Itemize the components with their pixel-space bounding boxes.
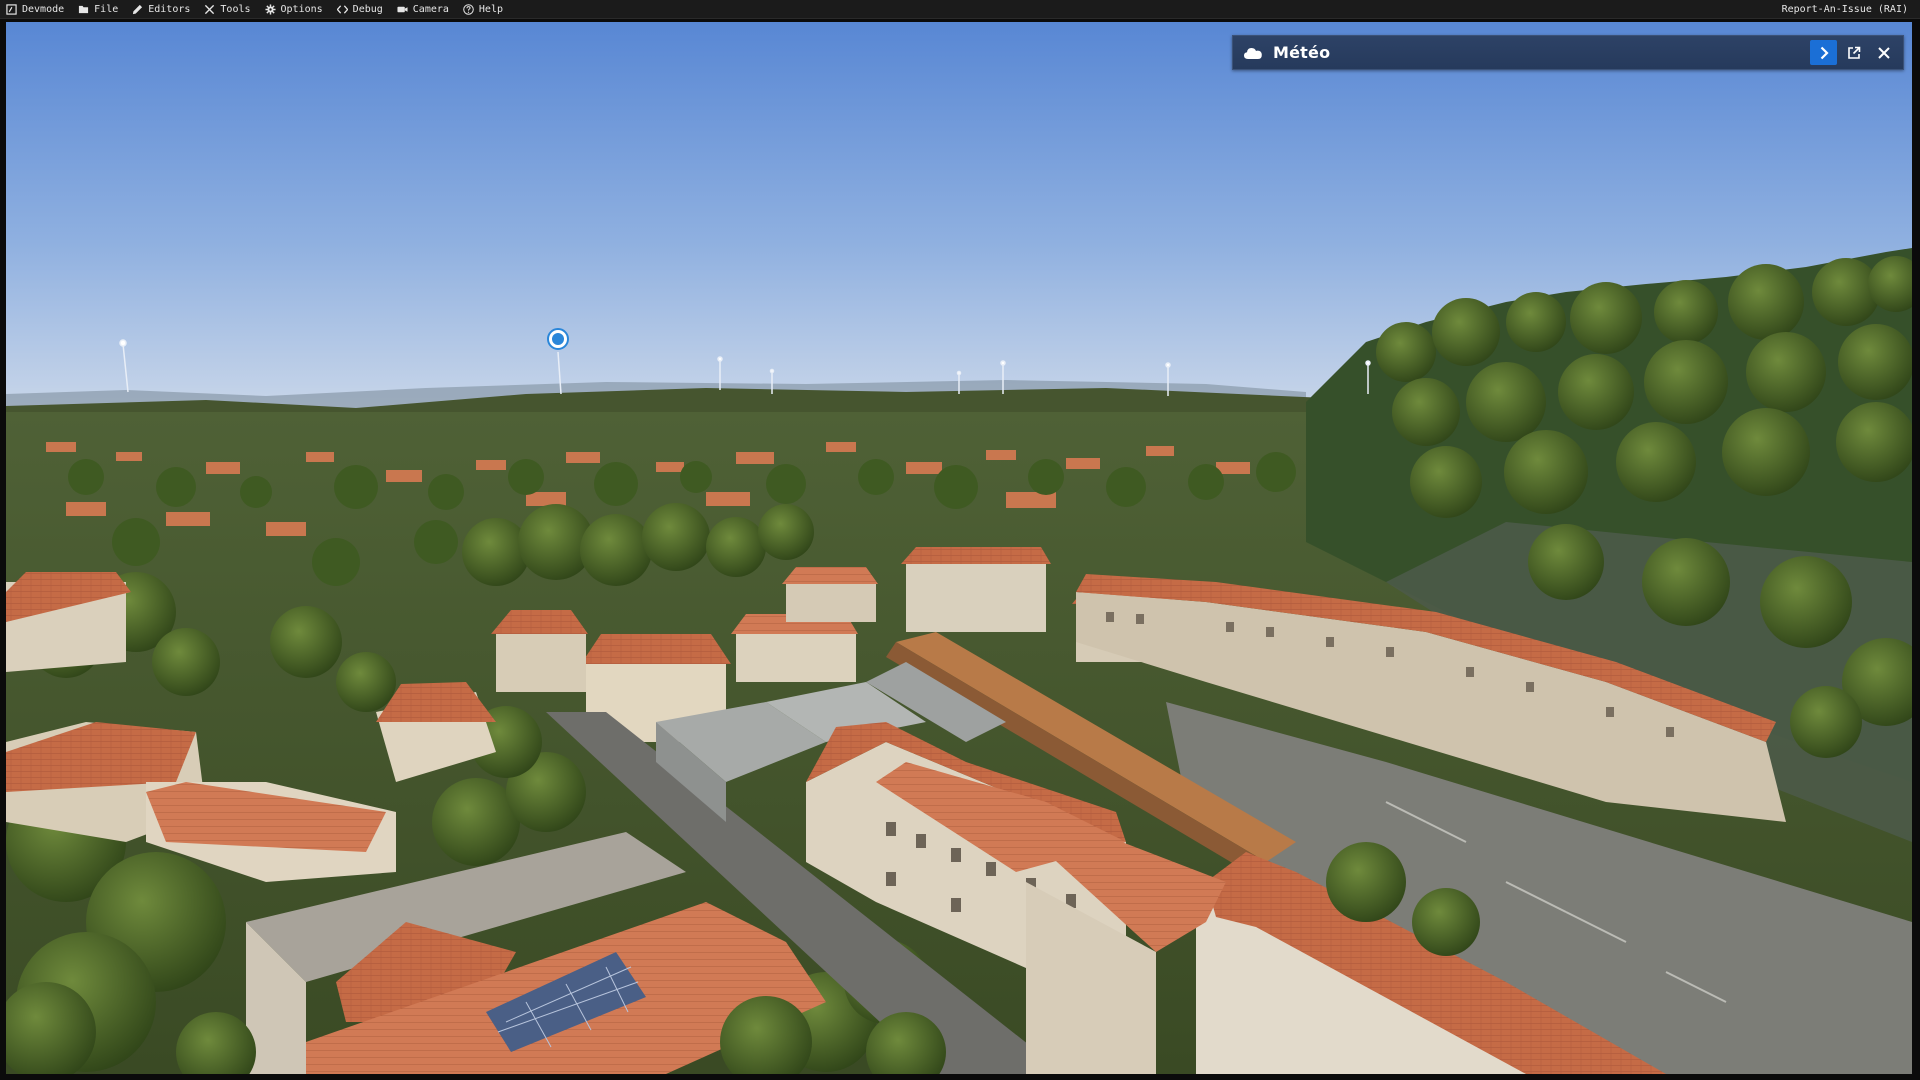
- menu-file-label: File: [94, 3, 119, 15]
- simulator-viewport[interactable]: [6, 22, 1912, 1074]
- code-icon: [336, 4, 348, 14]
- menu-options[interactable]: Options: [258, 0, 330, 18]
- camera-icon: [397, 6, 408, 12]
- meteo-panel-title: Météo: [1273, 43, 1331, 62]
- aerial-town-scene: [6, 22, 1912, 1074]
- menu-file[interactable]: File: [71, 0, 125, 18]
- menu-devmode-label: Devmode: [22, 3, 65, 15]
- menu-camera-label: Camera: [412, 3, 449, 15]
- report-an-issue-link[interactable]: Report-An-Issue (RAI): [1782, 0, 1908, 18]
- devmode-icon: [6, 3, 17, 15]
- menu-options-label: Options: [280, 3, 323, 15]
- popout-button[interactable]: [1840, 40, 1867, 65]
- external-window-icon: [1847, 46, 1860, 59]
- cloud-icon: [1244, 47, 1262, 59]
- menu-editors[interactable]: Editors: [125, 0, 197, 18]
- meteo-panel: Météo: [1232, 35, 1904, 70]
- gear-icon: [264, 3, 276, 15]
- menu-devmode[interactable]: Devmode: [0, 0, 71, 18]
- menu-help-label: Help: [478, 3, 503, 15]
- menu-tools[interactable]: Tools: [197, 0, 257, 18]
- help-icon: [463, 3, 474, 15]
- close-button[interactable]: [1870, 40, 1897, 65]
- menu-debug[interactable]: Debug: [330, 0, 390, 18]
- map-pin-icon[interactable]: [547, 328, 569, 350]
- tools-icon: [205, 4, 215, 14]
- expand-button[interactable]: [1810, 40, 1837, 65]
- menu-camera[interactable]: Camera: [390, 0, 456, 18]
- chevron-right-icon: [1820, 46, 1829, 59]
- close-icon: [1877, 46, 1890, 59]
- menu-tools-label: Tools: [220, 3, 251, 15]
- menu-help[interactable]: Help: [456, 0, 510, 18]
- top-menu-bar: Devmode File Editors Tools Options Debug…: [0, 0, 1920, 19]
- folder-icon: [79, 5, 89, 13]
- pencil-icon: [133, 4, 143, 14]
- menu-editors-label: Editors: [148, 3, 191, 15]
- menu-debug-label: Debug: [352, 3, 383, 15]
